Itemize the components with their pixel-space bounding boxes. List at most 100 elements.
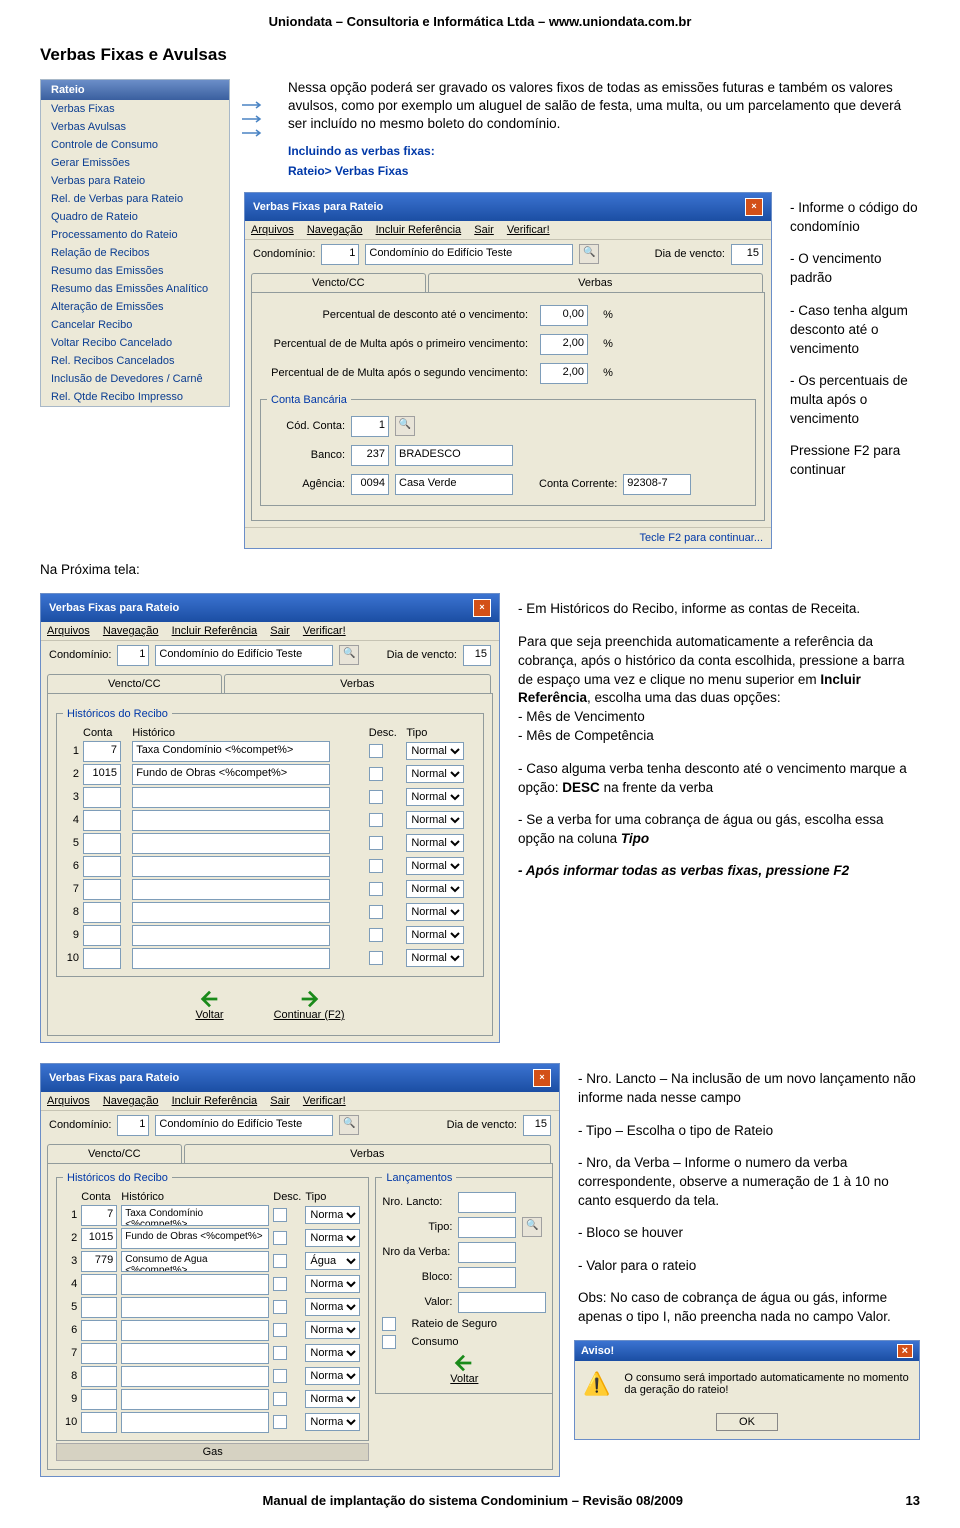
select-tipo[interactable]: Normal xyxy=(406,765,464,783)
tab-vencto[interactable]: Vencto/CC xyxy=(251,273,426,292)
sidebar-item[interactable]: Rel. Recibos Cancelados xyxy=(41,352,229,370)
menu-item[interactable]: Arquivos xyxy=(47,1095,90,1107)
menubar[interactable]: Arquivos Navegação Incluir Referência Sa… xyxy=(245,221,771,240)
sidebar-item[interactable]: Voltar Recibo Cancelado xyxy=(41,334,229,352)
checkbox-desc[interactable] xyxy=(369,882,383,896)
window-titlebar[interactable]: Verbas Fixas para Rateio × xyxy=(41,1064,559,1092)
checkbox-consumo[interactable] xyxy=(382,1335,396,1349)
tab-verbas[interactable]: Verbas xyxy=(428,273,763,292)
menu-item[interactable]: Verificar! xyxy=(303,625,346,637)
input-cond-num[interactable]: 1 xyxy=(321,244,359,265)
sidebar-item[interactable]: Gerar Emissões xyxy=(41,154,229,172)
input-cond-num[interactable]: 1 xyxy=(117,1115,149,1136)
aviso-titlebar[interactable]: Aviso!× xyxy=(575,1341,919,1361)
menu-item[interactable]: Incluir Referência xyxy=(172,1095,258,1107)
sidebar-item[interactable]: Processamento do Rateio xyxy=(41,226,229,244)
input-banco-num[interactable]: 237 xyxy=(351,445,389,466)
search-icon[interactable]: 🔍 xyxy=(339,1115,359,1135)
close-icon[interactable]: × xyxy=(533,1069,551,1087)
menu-item[interactable]: Sair xyxy=(270,1095,290,1107)
select-tipo[interactable]: Normal xyxy=(305,1413,360,1431)
input-cond-name[interactable]: Condomínio do Edifício Teste xyxy=(365,244,573,265)
close-icon[interactable]: × xyxy=(473,599,491,617)
search-icon[interactable]: 🔍 xyxy=(395,416,415,436)
input-valor[interactable] xyxy=(458,1292,546,1313)
input-cc[interactable]: 92308-7 xyxy=(623,474,691,495)
sidebar-item[interactable]: Alteração de Emissões xyxy=(41,298,229,316)
checkbox-desc[interactable] xyxy=(273,1392,287,1406)
voltar-button[interactable]: Voltar xyxy=(450,1353,478,1385)
ok-button[interactable]: OK xyxy=(716,1413,778,1431)
input-cond-name[interactable]: Condomínio do Edifício Teste xyxy=(155,1115,333,1136)
input-cond-name[interactable]: Condomínio do Edifício Teste xyxy=(155,645,333,666)
menu-item[interactable]: Navegação xyxy=(103,1095,159,1107)
menu-item[interactable]: Sair xyxy=(474,224,494,236)
window-titlebar[interactable]: Verbas Fixas para Rateio × xyxy=(245,193,771,221)
select-tipo[interactable]: Normal xyxy=(305,1390,360,1408)
continuar-button[interactable]: Continuar (F2) xyxy=(274,989,345,1021)
select-tipo[interactable]: Normal xyxy=(305,1321,360,1339)
window-titlebar[interactable]: Verbas Fixas para Rateio × xyxy=(41,594,499,622)
menu-item[interactable]: Navegação xyxy=(307,224,363,236)
menu-item[interactable]: Verificar! xyxy=(303,1095,346,1107)
checkbox-desc[interactable] xyxy=(369,813,383,827)
sidebar-item[interactable]: Verbas para Rateio xyxy=(41,172,229,190)
menubar[interactable]: Arquivos Navegação Incluir Referência Sa… xyxy=(41,1092,559,1111)
select-tipo[interactable]: Normal xyxy=(406,834,464,852)
input-nro-verba[interactable] xyxy=(458,1242,516,1263)
sidebar-item[interactable]: Resumo das Emissões xyxy=(41,262,229,280)
sidebar-item[interactable]: Verbas Fixas xyxy=(41,100,229,118)
sidebar-item[interactable]: Quadro de Rateio xyxy=(41,208,229,226)
input-agencia-num[interactable]: 0094 xyxy=(351,474,389,495)
sidebar-item[interactable]: Rel. de Verbas para Rateio xyxy=(41,190,229,208)
menubar[interactable]: Arquivos Navegação Incluir Referência Sa… xyxy=(41,622,499,641)
sidebar-item[interactable]: Verbas Avulsas xyxy=(41,118,229,136)
input-nro-lancto[interactable] xyxy=(458,1192,516,1213)
checkbox-desc[interactable] xyxy=(273,1415,287,1429)
checkbox-desc[interactable] xyxy=(273,1369,287,1383)
checkbox-desc[interactable] xyxy=(369,859,383,873)
sidebar-item[interactable]: Inclusão de Devedores / Carnê xyxy=(41,370,229,388)
tab-vencto[interactable]: Vencto/CC xyxy=(47,674,222,693)
search-icon[interactable]: 🔍 xyxy=(579,244,599,264)
input-vencto[interactable]: 15 xyxy=(523,1115,551,1136)
checkbox-rateio-seguro[interactable] xyxy=(382,1317,396,1331)
checkbox-desc[interactable] xyxy=(273,1231,287,1245)
checkbox-desc[interactable] xyxy=(273,1277,287,1291)
close-icon[interactable]: × xyxy=(745,198,763,216)
checkbox-desc[interactable] xyxy=(369,790,383,804)
window-controls[interactable]: × xyxy=(531,1069,551,1087)
sidebar-item[interactable]: Relação de Recibos xyxy=(41,244,229,262)
select-tipo[interactable]: Normal xyxy=(406,880,464,898)
sidebar-item[interactable]: Cancelar Recibo xyxy=(41,316,229,334)
select-tipo[interactable]: Normal xyxy=(305,1229,360,1247)
menu-item[interactable]: Arquivos xyxy=(47,625,90,637)
menu-item[interactable]: Verificar! xyxy=(507,224,550,236)
input-multa1[interactable]: 2,00 xyxy=(540,334,588,355)
select-tipo[interactable]: Normal xyxy=(305,1344,360,1362)
input-tipo[interactable] xyxy=(458,1217,516,1238)
menu-item[interactable]: Arquivos xyxy=(251,224,294,236)
menu-item[interactable]: Incluir Referência xyxy=(172,625,258,637)
tab-verbas[interactable]: Verbas xyxy=(184,1144,551,1163)
select-tipo[interactable]: Normal xyxy=(406,903,464,921)
voltar-button[interactable]: Voltar xyxy=(195,989,223,1021)
tab-verbas[interactable]: Verbas xyxy=(224,674,491,693)
select-tipo[interactable]: Normal xyxy=(406,811,464,829)
select-tipo[interactable]: Normal xyxy=(406,949,464,967)
select-tipo[interactable]: Normal xyxy=(305,1275,360,1293)
input-cod-conta[interactable]: 1 xyxy=(351,416,389,437)
sidebar-item[interactable]: Rel. Qtde Recibo Impresso xyxy=(41,388,229,406)
select-tipo[interactable]: Normal xyxy=(406,742,464,760)
checkbox-desc[interactable] xyxy=(369,767,383,781)
input-desc-pct[interactable]: 0,00 xyxy=(540,305,588,326)
window-controls[interactable]: × xyxy=(471,599,491,617)
select-tipo[interactable]: Normal xyxy=(305,1298,360,1316)
search-icon[interactable]: 🔍 xyxy=(339,645,359,665)
menu-item[interactable]: Sair xyxy=(270,625,290,637)
select-tipo[interactable]: Normal xyxy=(406,788,464,806)
select-tipo[interactable]: Normal xyxy=(406,926,464,944)
sidebar-item[interactable]: Resumo das Emissões Analítico xyxy=(41,280,229,298)
checkbox-desc[interactable] xyxy=(273,1323,287,1337)
input-vencto[interactable]: 15 xyxy=(731,244,763,265)
